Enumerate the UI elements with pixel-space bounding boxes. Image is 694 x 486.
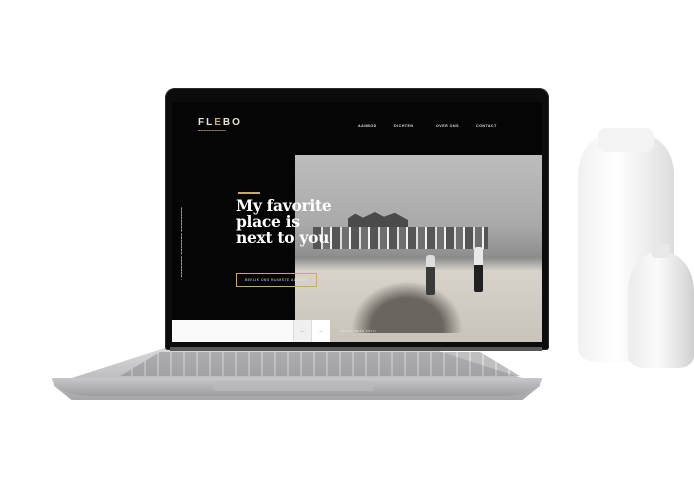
headline-line-3: next to you xyxy=(236,228,330,247)
site-logo[interactable]: FLEBO xyxy=(198,117,242,128)
photo-sand-mound xyxy=(351,281,463,333)
logo-text-2: E xyxy=(214,117,223,128)
laptop-keyboard xyxy=(120,352,520,376)
nav-item-over-ons[interactable]: OVER ONS xyxy=(436,124,459,128)
cta-button[interactable]: BEKIJK ONS RUIMSTE AANBOD xyxy=(236,273,317,287)
arrow-left-icon[interactable]: ← xyxy=(293,320,312,342)
laptop-screen: FLEBO ▬▬▬▬▬▬▬▬▬▬ AANBOD DICHTEN OVER ONS… xyxy=(172,102,542,342)
headline-accent-bar xyxy=(238,192,260,194)
nav-item-contact[interactable]: CONTACT xyxy=(476,124,497,128)
nav-item-aanbod[interactable]: AANBOD xyxy=(358,124,377,128)
vertical-side-text-decoration: ▪ ▬▬▬▬▬▬▬ ▬▬▬▬▬▬▬ ▬▬▬▬▬▬▬▬ xyxy=(180,206,183,280)
logo-text-3: BO xyxy=(222,117,242,128)
logo-tagline-decoration: ▬▬▬▬▬▬▬▬▬▬ xyxy=(198,129,226,132)
photo-caption-link[interactable]: BEKIJK DEZE FOTO xyxy=(340,329,376,333)
laptop-trackpad xyxy=(214,381,374,391)
hero-photo-beach xyxy=(295,155,542,342)
photo-child-1 xyxy=(426,255,435,295)
photo-child-2 xyxy=(474,247,483,292)
laptop-hinge xyxy=(170,347,542,351)
hero-headline: My favorite place is next to you xyxy=(236,198,366,246)
white-vase-small xyxy=(628,244,694,368)
arrow-right-icon[interactable]: → xyxy=(311,320,330,342)
logo-text-1: FL xyxy=(198,117,215,128)
nav-item-dichten[interactable]: DICHTEN xyxy=(394,124,413,128)
